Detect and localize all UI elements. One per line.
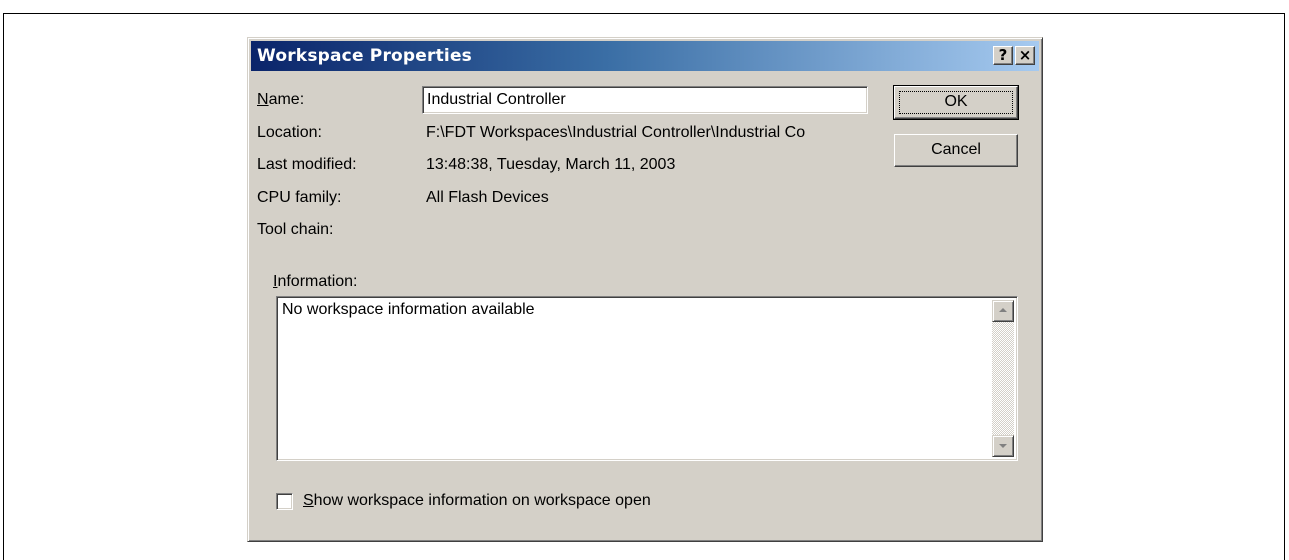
help-icon[interactable]: ? — [993, 46, 1013, 65]
name-label: Name: — [257, 91, 305, 108]
workspace-properties-dialog: Workspace Properties ? × Name: Industria… — [247, 37, 1043, 542]
information-label: Information: — [273, 273, 358, 290]
scroll-down-icon[interactable] — [992, 435, 1014, 457]
last-modified-label: Last modified: — [257, 156, 357, 173]
dialog-title: Workspace Properties — [257, 46, 473, 66]
tool-chain-label: Tool chain: — [257, 221, 334, 238]
information-text: No workspace information available — [282, 301, 535, 318]
name-input[interactable]: Industrial Controller — [422, 86, 868, 114]
last-modified-value: 13:48:38, Tuesday, March 11, 2003 — [426, 156, 676, 173]
location-value: F:\FDT Workspaces\Industrial Controller\… — [426, 124, 806, 141]
show-info-checkbox-label[interactable]: Show workspace information on workspace … — [303, 492, 651, 510]
cpu-family-label: CPU family: — [257, 189, 342, 206]
information-textarea[interactable]: No workspace information available — [276, 296, 1018, 461]
close-icon[interactable]: × — [1015, 46, 1035, 65]
vertical-scrollbar[interactable] — [992, 300, 1014, 457]
title-bar[interactable]: Workspace Properties ? × — [251, 41, 1039, 71]
location-label: Location: — [257, 124, 322, 141]
name-input-value: Industrial Controller — [427, 91, 566, 108]
focus-rect — [899, 91, 1013, 114]
scroll-up-icon[interactable] — [992, 300, 1014, 322]
show-info-checkbox[interactable] — [276, 493, 293, 510]
cpu-family-value: All Flash Devices — [426, 189, 549, 206]
ok-button[interactable]: OK — [893, 85, 1019, 120]
cancel-button[interactable]: Cancel — [894, 134, 1018, 167]
